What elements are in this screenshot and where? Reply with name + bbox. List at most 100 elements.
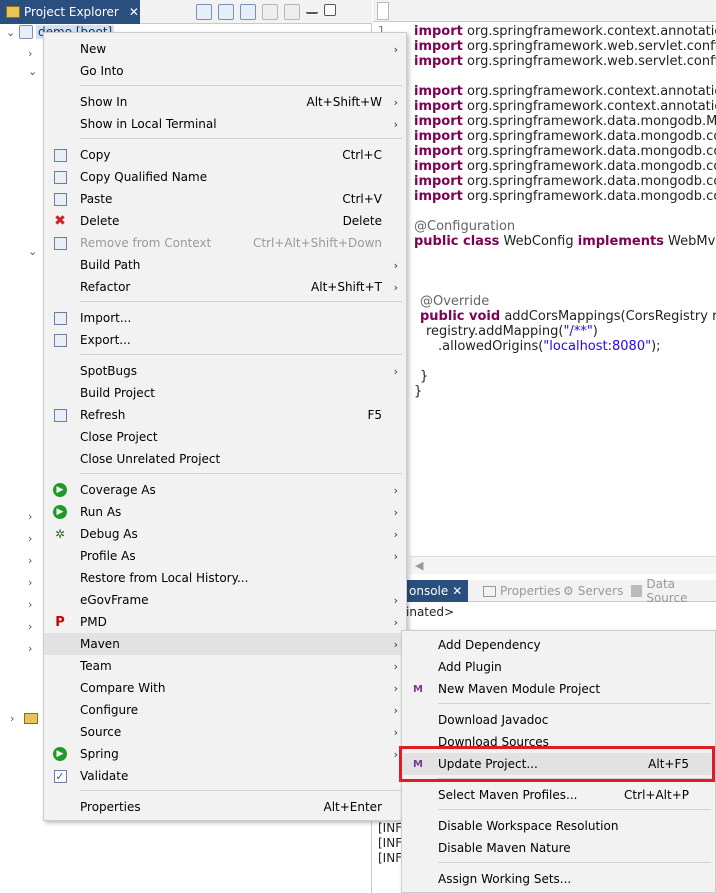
explorer-toolbar: [196, 4, 336, 20]
menu-item-go-into[interactable]: Go Into: [44, 60, 406, 82]
console-log-line: [INF: [378, 821, 403, 835]
maven-item-disable-maven-nature[interactable]: Disable Maven Nature: [402, 837, 715, 859]
menu-item-egovframe[interactable]: eGovFrame ›: [44, 589, 406, 611]
menu-item-import[interactable]: Import...: [44, 307, 406, 329]
project-icon: [19, 25, 33, 39]
maven-item-download-javadoc[interactable]: Download Javadoc: [402, 709, 715, 731]
tab-properties[interactable]: Properties: [483, 580, 561, 602]
menu-item-show-in-local-terminal[interactable]: Show in Local Terminal ›: [44, 113, 406, 135]
tree-row[interactable]: ›: [10, 709, 38, 727]
menu-item-close-unrelated-project[interactable]: Close Unrelated Project: [44, 448, 406, 470]
menu-item-close-project[interactable]: Close Project: [44, 426, 406, 448]
maximize-icon[interactable]: [324, 4, 336, 16]
chevron-down-icon[interactable]: ⌄: [6, 26, 16, 39]
chevron-right-icon[interactable]: ›: [28, 576, 38, 589]
menu-item-label: Validate: [80, 769, 129, 783]
menu-item-label: Go Into: [80, 64, 124, 78]
menu-item-source[interactable]: Source ›: [44, 721, 406, 743]
chevron-right-icon[interactable]: ›: [28, 620, 38, 633]
menu-item-export[interactable]: Export...: [44, 329, 406, 351]
tree-row[interactable]: ›: [28, 507, 38, 525]
link-editor-icon[interactable]: [218, 4, 234, 20]
editor-tab[interactable]: [377, 2, 389, 20]
menu-item-copy[interactable]: Copy Ctrl+C: [44, 144, 406, 166]
horizontal-scrollbar[interactable]: ◀: [409, 556, 716, 574]
menu-item-debug-as[interactable]: ✲ Debug As ›: [44, 523, 406, 545]
maven-item-select-maven-profiles[interactable]: Select Maven Profiles... Ctrl+Alt+P: [402, 784, 715, 806]
menu-icon-slot: [52, 169, 68, 185]
chevron-down-icon[interactable]: ⌄: [28, 65, 38, 78]
tree-row[interactable]: ›: [28, 573, 38, 591]
menu-item-spring[interactable]: ▶ Spring ›: [44, 743, 406, 765]
tree-row[interactable]: ›: [28, 44, 38, 62]
chevron-right-icon[interactable]: ›: [28, 642, 38, 655]
minimize-icon[interactable]: [306, 4, 318, 14]
menu-item-run-as[interactable]: ▶ Run As ›: [44, 501, 406, 523]
menu-item-build-path[interactable]: Build Path ›: [44, 254, 406, 276]
tree-row[interactable]: ›: [28, 551, 38, 569]
menu-item-restore-from-local-history[interactable]: Restore from Local History...: [44, 567, 406, 589]
tree-row[interactable]: ›: [28, 529, 38, 547]
servers-icon: ⚙: [563, 584, 574, 598]
tab-data-source[interactable]: Data Source: [631, 577, 716, 605]
chevron-right-icon: ›: [393, 681, 398, 695]
menu-item-properties[interactable]: Properties Alt+Enter: [44, 796, 406, 818]
chevron-right-icon[interactable]: ›: [28, 510, 38, 523]
menu-item-label: Build Path: [80, 258, 141, 272]
menu-item-show-in[interactable]: Show In Alt+Shift+W ›: [44, 91, 406, 113]
menu-item-refactor[interactable]: Refactor Alt+Shift+T ›: [44, 276, 406, 298]
menu-item-team[interactable]: Team ›: [44, 655, 406, 677]
tree-row[interactable]: ›: [28, 595, 38, 613]
maven-item-add-plugin[interactable]: Add Plugin: [402, 656, 715, 678]
menu-item-maven[interactable]: Maven ›: [44, 633, 406, 655]
menu-item-coverage-as[interactable]: ▶ Coverage As ›: [44, 479, 406, 501]
maven-item-disable-workspace-resolution[interactable]: Disable Workspace Resolution: [402, 815, 715, 837]
menu-item-label: PMD: [80, 615, 107, 629]
menu-item-label: Paste: [80, 192, 113, 206]
chevron-right-icon[interactable]: ›: [10, 712, 20, 725]
maven-item-assign-working-sets[interactable]: Assign Working Sets...: [402, 868, 715, 890]
menu-item-paste[interactable]: Paste Ctrl+V: [44, 188, 406, 210]
close-icon[interactable]: ✕: [452, 584, 462, 598]
remove-context-icon: [53, 236, 67, 250]
project-explorer-tab[interactable]: Project Explorer ✕: [0, 0, 140, 24]
chevron-right-icon: ›: [393, 659, 398, 673]
chevron-right-icon: ›: [393, 258, 398, 272]
close-icon[interactable]: ✕: [129, 5, 139, 19]
view-menu-icon[interactable]: [284, 4, 300, 20]
menu-item-shortcut: Ctrl+C: [342, 148, 382, 162]
tab-servers[interactable]: ⚙ Servers: [563, 580, 623, 602]
tab-console[interactable]: onsole ✕: [403, 580, 469, 602]
scroll-left-icon[interactable]: ◀: [415, 559, 423, 572]
filter-icon[interactable]: [240, 4, 256, 20]
chevron-right-icon[interactable]: ›: [28, 598, 38, 611]
tree-row[interactable]: ›: [28, 617, 38, 635]
maven-item-add-dependency[interactable]: Add Dependency: [402, 634, 715, 656]
chevron-right-icon[interactable]: ›: [28, 554, 38, 567]
menu-item-pmd[interactable]: P PMD ›: [44, 611, 406, 633]
chevron-right-icon: ›: [393, 637, 398, 651]
sync-icon[interactable]: [262, 4, 278, 20]
import-line: import org.springframework.web.servlet.c…: [414, 54, 716, 69]
maven-item-new-maven-module-project[interactable]: M New Maven Module Project: [402, 678, 715, 700]
menu-item-build-project[interactable]: Build Project: [44, 382, 406, 404]
menu-item-spotbugs[interactable]: SpotBugs ›: [44, 360, 406, 382]
collapse-all-icon[interactable]: [196, 4, 212, 20]
menu-item-label: Show In: [80, 95, 128, 109]
menu-item-new[interactable]: New ›: [44, 38, 406, 60]
import-icon: [53, 311, 67, 325]
menu-item-delete[interactable]: ✖ Delete Delete: [44, 210, 406, 232]
chevron-right-icon[interactable]: ›: [28, 532, 38, 545]
menu-item-configure[interactable]: Configure ›: [44, 699, 406, 721]
menu-item-copy-qualified-name[interactable]: Copy Qualified Name: [44, 166, 406, 188]
menu-item-profile-as[interactable]: Profile As ›: [44, 545, 406, 567]
menu-item-validate[interactable]: ✓ Validate: [44, 765, 406, 787]
tree-row[interactable]: ⌄: [28, 242, 38, 260]
chevron-right-icon[interactable]: ›: [28, 47, 38, 60]
menu-item-label: Add Dependency: [438, 638, 541, 652]
tree-row[interactable]: ⌄: [28, 62, 38, 80]
tree-row[interactable]: ›: [28, 639, 38, 657]
menu-item-compare-with[interactable]: Compare With ›: [44, 677, 406, 699]
menu-item-refresh[interactable]: Refresh F5: [44, 404, 406, 426]
chevron-down-icon[interactable]: ⌄: [28, 245, 38, 258]
